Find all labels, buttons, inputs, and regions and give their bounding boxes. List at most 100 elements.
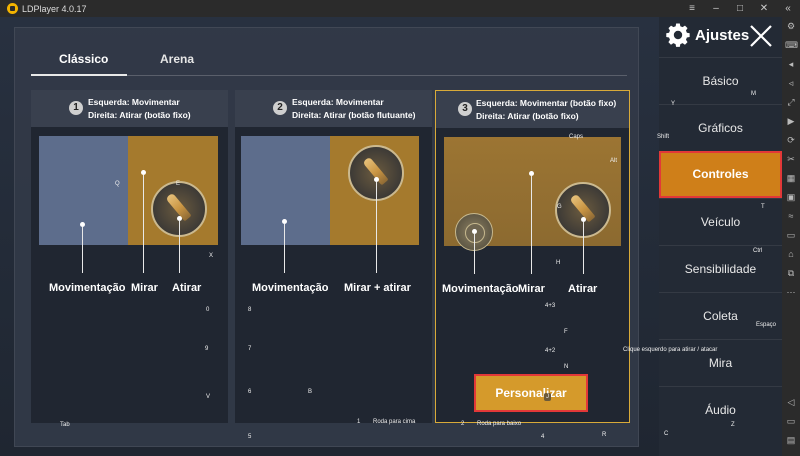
keymap-label: Shift bbox=[657, 134, 670, 140]
label-mirar: Mirar bbox=[518, 283, 545, 295]
keymap-label: 4 bbox=[541, 434, 545, 440]
minimize-icon[interactable]: – bbox=[710, 3, 722, 15]
option-line-2: Direita: Atirar (botão flutuante) bbox=[292, 110, 416, 120]
menu-item-controles[interactable]: Controles bbox=[659, 151, 782, 198]
emulator-toolbar: ⚙ ⌨ ◂ ◃ ⤢ ▶ ⟳ ✂ ▦ ▣ ≈ ▭ ⌂ ⧉ ⋯ ◁ ▭ ▤ bbox=[782, 17, 800, 456]
tab-divider bbox=[127, 75, 627, 76]
label-movimentacao: Movimentação bbox=[49, 282, 126, 294]
keymap-label: X bbox=[209, 253, 214, 259]
keymap-label: Espaço bbox=[756, 322, 777, 328]
emulator-window: LDPlayer 4.0.17 ≡ – □ ✕ « Clássico Arena… bbox=[0, 0, 800, 456]
recent-apps-icon[interactable]: ▤ bbox=[785, 435, 797, 445]
label-mirar-atirar: Mirar + atirar bbox=[344, 282, 411, 294]
pointer-line bbox=[583, 222, 584, 274]
video-icon[interactable]: ▣ bbox=[785, 192, 797, 202]
move-zone-preview bbox=[241, 136, 330, 245]
keymap-label: V bbox=[206, 394, 211, 400]
option-number: 3 bbox=[458, 102, 472, 116]
label-atirar: Atirar bbox=[172, 282, 202, 294]
keymap-label: E bbox=[176, 181, 181, 187]
move-zone-preview bbox=[39, 136, 128, 245]
menu-item-coleta[interactable]: Coleta bbox=[659, 292, 782, 339]
keyboard-icon[interactable]: ⌨ bbox=[785, 40, 798, 50]
keymap-label: R bbox=[602, 432, 607, 438]
label-mirar: Mirar bbox=[131, 282, 158, 294]
volume-down-icon[interactable]: ◃ bbox=[785, 78, 797, 88]
keymap-label: 5 bbox=[248, 434, 252, 440]
pointer-line bbox=[376, 182, 377, 273]
menu-item-audio[interactable]: Áudio bbox=[659, 386, 782, 433]
settings-header: Ajustes bbox=[659, 17, 782, 61]
layout-option-header: 1 Esquerda: Movimentar Direita: Atirar (… bbox=[31, 90, 228, 127]
record-icon[interactable]: ▶ bbox=[785, 116, 797, 126]
settings-title: Ajustes bbox=[695, 27, 750, 44]
active-tab-indicator bbox=[31, 74, 127, 76]
label-atirar: Atirar bbox=[568, 283, 598, 295]
settings-menu: Ajustes Básico Gráficos Controles Veícul… bbox=[659, 17, 782, 456]
menu-item-basico[interactable]: Básico bbox=[659, 57, 782, 104]
install-apk-icon[interactable]: ▦ bbox=[785, 173, 797, 183]
menu-item-sensibilidade[interactable]: Sensibilidade bbox=[659, 245, 782, 292]
option-line-1: Esquerda: Movimentar bbox=[88, 97, 180, 107]
tab-classico[interactable]: Clássico bbox=[59, 52, 108, 66]
home-icon[interactable]: ▭ bbox=[785, 416, 797, 426]
collapse-sidebar-icon[interactable]: « bbox=[782, 3, 794, 15]
multi-instance-icon[interactable]: ⧉ bbox=[785, 268, 797, 278]
menu-item-graficos[interactable]: Gráficos bbox=[659, 104, 782, 151]
keymap-label: M bbox=[751, 91, 756, 97]
keymap-label: 8 bbox=[248, 307, 252, 313]
volume-up-icon[interactable]: ◂ bbox=[785, 59, 797, 69]
layout-option-1[interactable]: 1 Esquerda: Movimentar Direita: Atirar (… bbox=[31, 90, 228, 423]
tab-arena[interactable]: Arena bbox=[160, 52, 194, 66]
gear-icon bbox=[666, 23, 690, 47]
maximize-icon[interactable]: □ bbox=[734, 3, 746, 15]
keymap-label: H bbox=[556, 260, 561, 266]
keymap-label: 4+3 bbox=[545, 303, 556, 309]
title-bar: LDPlayer 4.0.17 ≡ – □ ✕ « bbox=[0, 0, 800, 17]
option-line-2: Direita: Atirar (botão fixo) bbox=[88, 110, 191, 120]
shake-icon[interactable]: ≈ bbox=[785, 211, 797, 221]
settings-icon[interactable]: ⚙ bbox=[785, 21, 797, 31]
keymap-label: Q bbox=[115, 181, 120, 187]
script-icon[interactable]: ⟳ bbox=[785, 135, 797, 145]
keymap-label: 2 bbox=[461, 421, 465, 427]
keymap-label: Tab bbox=[60, 422, 70, 428]
keymap-label: B bbox=[308, 389, 313, 395]
pointer-line bbox=[474, 234, 475, 274]
keymap-label: 0 bbox=[206, 307, 210, 313]
keymap-label: 6 bbox=[248, 389, 252, 395]
option-number: 2 bbox=[273, 101, 287, 115]
layout-option-header: 2 Esquerda: Movimentar Direita: Atirar (… bbox=[235, 90, 432, 127]
layout-option-header: 3 Esquerda: Movimentar (botão fixo) Dire… bbox=[436, 91, 629, 128]
pointer-line bbox=[284, 224, 285, 273]
folder-icon[interactable]: ▭ bbox=[785, 230, 797, 240]
location-icon[interactable]: ⌂ bbox=[785, 249, 797, 259]
window-title: LDPlayer 4.0.17 bbox=[22, 3, 87, 14]
label-movimentacao: Movimentação bbox=[442, 283, 519, 295]
pointer-line bbox=[179, 221, 180, 273]
screenshot-icon[interactable]: ✂ bbox=[785, 154, 797, 164]
label-movimentacao: Movimentação bbox=[252, 282, 329, 294]
keymap-label: Roda para cima bbox=[373, 419, 416, 425]
close-window-icon[interactable]: ✕ bbox=[758, 3, 770, 15]
customize-button[interactable]: Personalizar bbox=[474, 374, 588, 412]
keymap-label: Caps bbox=[569, 134, 584, 140]
keymap-label: 1 bbox=[357, 419, 361, 425]
option-line-1: Esquerda: Movimentar (botão fixo) bbox=[476, 98, 617, 108]
more-icon[interactable]: ⋯ bbox=[785, 287, 797, 297]
option-line-2: Direita: Atirar (botão fixo) bbox=[476, 111, 579, 121]
keymap-label: Roda para baixo bbox=[477, 421, 522, 427]
option-line-1: Esquerda: Movimentar bbox=[292, 97, 384, 107]
back-icon[interactable]: ◁ bbox=[785, 397, 797, 407]
keymap-label: N bbox=[564, 364, 569, 370]
keymap-label: Ctrl bbox=[753, 248, 763, 254]
close-icon[interactable] bbox=[748, 23, 774, 49]
layout-option-2[interactable]: 2 Esquerda: Movimentar Direita: Atirar (… bbox=[235, 90, 432, 423]
keymap-label: 9 bbox=[205, 346, 209, 352]
menu-icon[interactable]: ≡ bbox=[686, 3, 698, 15]
keymap-label: Alt bbox=[610, 158, 618, 164]
keymap-label: F bbox=[564, 329, 568, 335]
keymap-label: G bbox=[557, 204, 562, 210]
fullscreen-icon[interactable]: ⤢ bbox=[785, 97, 797, 107]
pointer-line bbox=[531, 176, 532, 274]
